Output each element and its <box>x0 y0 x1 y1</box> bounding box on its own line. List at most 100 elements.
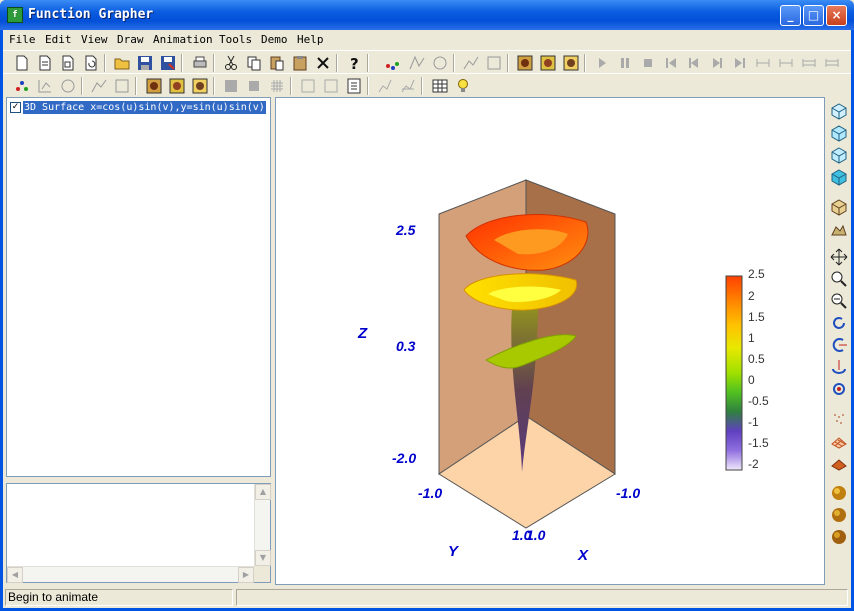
function-tree-panel[interactable]: ✓ 3D Surface x=cos(u)sin(v),y=sin(u)sin(… <box>6 97 271 477</box>
surface-style-1-icon[interactable] <box>145 77 163 95</box>
stop-icon[interactable] <box>639 54 657 72</box>
surface-style-3-icon[interactable] <box>191 77 209 95</box>
menu-edit[interactable]: Edit <box>45 33 72 46</box>
frame-1-icon[interactable] <box>299 77 317 95</box>
new-template-icon[interactable] <box>36 54 54 72</box>
lightbulb-icon[interactable] <box>454 77 472 95</box>
play-icon[interactable] <box>593 54 611 72</box>
surface-chart-icon[interactable] <box>462 54 480 72</box>
render-mode-2-icon[interactable] <box>539 54 557 72</box>
menu-draw[interactable]: Draw <box>117 33 144 46</box>
range-4-icon[interactable] <box>823 54 841 72</box>
tree-item-3d-surface[interactable]: ✓ 3D Surface x=cos(u)sin(v),y=sin(u)sin(… <box>10 100 266 114</box>
panel-splitter[interactable] <box>6 477 271 480</box>
3d-surface-plot[interactable]: 2.5 0.3 -2.0 Z -1.0 1.0 Y 1.0 -1.0 X 2.5… <box>276 98 824 584</box>
cut-icon[interactable] <box>222 54 240 72</box>
light-1-icon[interactable] <box>830 484 848 502</box>
rotate-y-icon[interactable] <box>830 358 848 376</box>
paste-icon[interactable] <box>291 54 309 72</box>
scroll-down-icon[interactable]: ▼ <box>255 550 271 566</box>
zoom-out-icon[interactable] <box>830 292 848 310</box>
menu-demo[interactable]: Demo <box>261 33 288 46</box>
next-frame-icon[interactable] <box>708 54 726 72</box>
delete-icon[interactable] <box>314 54 332 72</box>
points-function-icon[interactable] <box>384 54 402 72</box>
pause-icon[interactable] <box>616 54 634 72</box>
surface-style-2-icon[interactable] <box>168 77 186 95</box>
light-2-icon[interactable] <box>830 506 848 524</box>
zoom-in-icon[interactable] <box>830 270 848 288</box>
paste-special-icon[interactable] <box>268 54 286 72</box>
circle-frame-icon[interactable] <box>59 77 77 95</box>
view-cube-iso-icon[interactable] <box>830 168 848 186</box>
fill-gear-icon[interactable] <box>245 77 263 95</box>
polar-function-icon[interactable] <box>431 54 449 72</box>
rotate-icon[interactable] <box>830 314 848 332</box>
vertical-scrollbar[interactable]: ▲ ▼ <box>254 484 271 566</box>
rotate-x-icon[interactable] <box>830 336 848 354</box>
horizontal-scrollbar[interactable]: ◀ ▶ <box>7 566 254 583</box>
info-panel[interactable]: ▲ ▼ ◀ ▶ <box>6 483 271 583</box>
copy-icon[interactable] <box>245 54 263 72</box>
open-folder-icon[interactable] <box>113 54 131 72</box>
solid-surface-icon[interactable] <box>830 454 848 472</box>
prev-frame-icon[interactable] <box>685 54 703 72</box>
parametric-plot-icon[interactable] <box>113 77 131 95</box>
y-tick-left: -1.0 <box>418 485 442 501</box>
menu-animation[interactable]: Animation <box>153 33 213 46</box>
menu-help[interactable]: Help <box>297 33 324 46</box>
mesh-plot-icon[interactable] <box>90 77 108 95</box>
rotate-z-icon[interactable] <box>830 380 848 398</box>
view-cube-side-icon[interactable] <box>830 146 848 164</box>
view-cube-front-icon[interactable] <box>830 102 848 120</box>
visibility-checkbox[interactable]: ✓ <box>10 101 21 113</box>
refresh-document-icon[interactable] <box>82 54 100 72</box>
pan-icon[interactable] <box>830 248 848 266</box>
first-frame-icon[interactable] <box>662 54 680 72</box>
copy-document-icon[interactable] <box>59 54 77 72</box>
plot-canvas[interactable]: 2.5 0.3 -2.0 Z -1.0 1.0 Y 1.0 -1.0 X 2.5… <box>275 97 825 585</box>
menu-file[interactable]: File <box>9 33 36 46</box>
curve-fit-icon[interactable] <box>408 54 426 72</box>
frame-2-icon[interactable] <box>322 77 340 95</box>
maximize-button[interactable]: □ <box>803 5 824 26</box>
close-button[interactable]: × <box>826 5 847 26</box>
title-bar[interactable]: f Function Grapher _ □ × <box>0 0 854 30</box>
landscape-icon[interactable] <box>830 220 848 238</box>
last-frame-icon[interactable] <box>731 54 749 72</box>
axes-icon[interactable] <box>36 77 54 95</box>
range-1-icon[interactable] <box>754 54 772 72</box>
help-icon[interactable]: ? <box>345 54 363 73</box>
dots-pattern-icon[interactable] <box>830 410 848 428</box>
grid-icon[interactable] <box>268 77 286 95</box>
menu-bar: File Edit View Draw Animation Tools Demo… <box>3 30 851 50</box>
minimize-button[interactable]: _ <box>780 5 801 26</box>
scatter-points-icon[interactable] <box>13 77 31 95</box>
scroll-up-icon[interactable]: ▲ <box>255 484 271 500</box>
view-cube-top-icon[interactable] <box>830 124 848 142</box>
mesh-grid-icon[interactable] <box>830 432 848 450</box>
document-frame-icon[interactable] <box>345 77 363 95</box>
render-mode-3-icon[interactable] <box>562 54 580 72</box>
line-graph-icon[interactable] <box>376 77 394 95</box>
save-as-icon[interactable] <box>159 54 177 72</box>
print-icon[interactable] <box>191 54 209 72</box>
cb-tick: -1.5 <box>748 436 769 450</box>
menu-view[interactable]: View <box>81 33 108 46</box>
range-3-icon[interactable] <box>800 54 818 72</box>
scroll-left-icon[interactable]: ◀ <box>7 567 23 583</box>
multi-graph-icon[interactable] <box>399 77 417 95</box>
box-frame-icon[interactable] <box>830 198 848 216</box>
menu-tools[interactable]: Tools <box>219 33 252 46</box>
contour-chart-icon[interactable] <box>485 54 503 72</box>
light-3-icon[interactable] <box>830 528 848 546</box>
new-file-icon[interactable] <box>13 54 31 72</box>
scroll-right-icon[interactable]: ▶ <box>238 567 254 583</box>
range-2-icon[interactable] <box>777 54 795 72</box>
app-window: f Function Grapher _ □ × File Edit View … <box>0 0 854 611</box>
cb-tick: 2.5 <box>748 267 765 281</box>
table-icon[interactable] <box>431 77 449 95</box>
save-icon[interactable] <box>136 54 154 72</box>
fill-square-icon[interactable] <box>222 77 240 95</box>
render-mode-1-icon[interactable] <box>516 54 534 72</box>
